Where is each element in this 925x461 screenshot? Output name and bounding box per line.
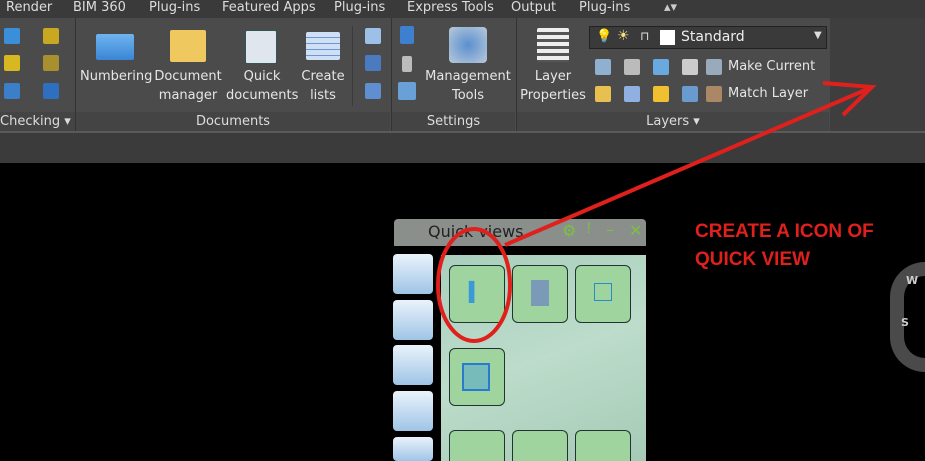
- annotation-line: QUICK VIEW: [695, 249, 811, 270]
- annotation-line: CREATE A ICON OF: [695, 221, 874, 242]
- annotation-text: CREATE A ICON OF QUICK VIEW: [695, 218, 874, 274]
- highlight-ellipse: [436, 227, 512, 343]
